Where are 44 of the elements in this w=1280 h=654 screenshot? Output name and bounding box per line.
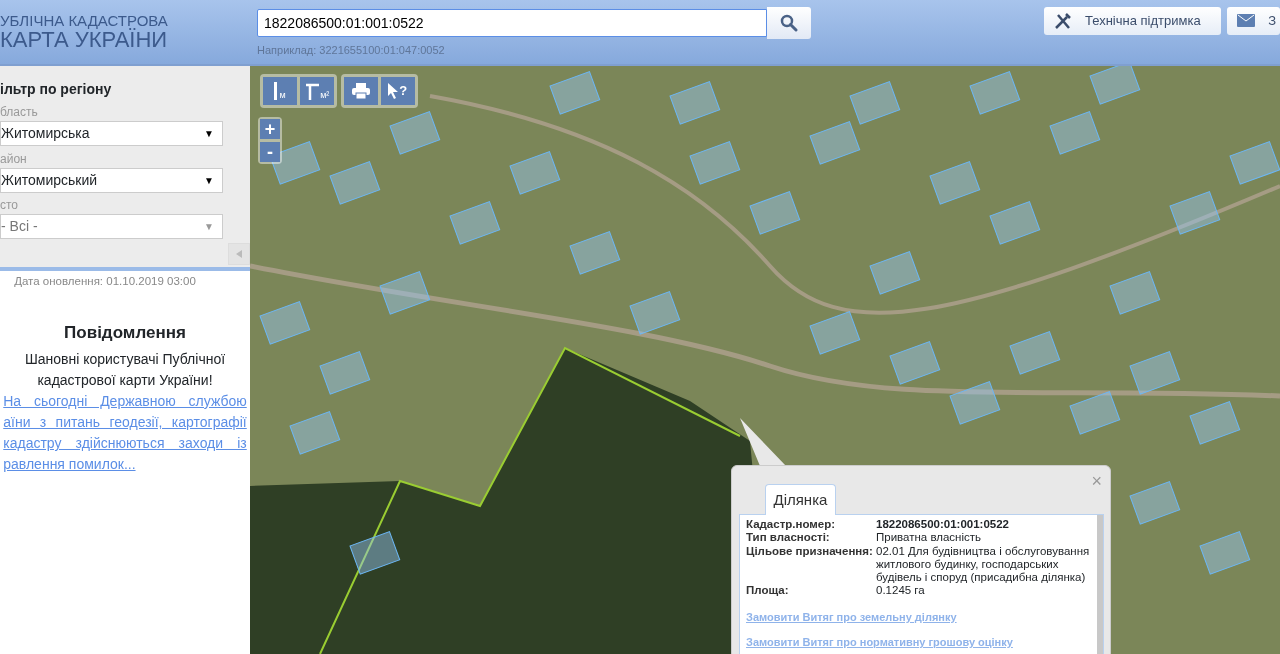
field-value: 0.1245 га (876, 584, 925, 598)
region-select[interactable]: Житомирська ▼ (0, 121, 223, 147)
search-field[interactable]: 1822086500:01:001:0522 (257, 8, 767, 37)
field-label: Цільове призначення: (746, 544, 874, 559)
region-select[interactable]: Житомирський ▼ (0, 167, 223, 193)
field-value: 1822086500:01:001:0522 (876, 518, 1009, 532)
field-label: Кадастр.номер: (746, 518, 837, 532)
filter-label: сто (0, 196, 20, 214)
notice-title: Повідомлення (63, 322, 187, 345)
scrollbar[interactable] (1096, 515, 1103, 654)
logo-subtitle: КАРТА УКРАЇНИ (0, 28, 169, 53)
measure-area-button[interactable]: м² (300, 77, 335, 105)
support-button[interactable]: Технічна підтримка (1044, 6, 1221, 35)
notice-link[interactable]: На сьогодні Державною службою аїни з питань геодезії, картографії кадастру здійснюються заходи із равлення помилок... (3, 391, 247, 475)
update-date: Дата оновлення: 01.10.2019 03:00 (13, 274, 197, 289)
left-triangle-icon (236, 250, 242, 258)
search-icon (780, 13, 798, 32)
search-hint: Наприклад: 3221655100:01:047:0052 (257, 42, 446, 58)
measure-distance-button[interactable]: м (263, 77, 297, 105)
printer-icon (351, 83, 370, 99)
close-button[interactable]: × (1091, 472, 1102, 490)
zoom-in-button[interactable]: + (260, 119, 280, 139)
filter-title: ільтр по регіону (0, 80, 113, 99)
order-link[interactable]: Замовити Витяг про земельну ділянку (746, 610, 1091, 624)
zoom-out-button[interactable]: - (260, 142, 280, 163)
field-label: Площа: (746, 584, 790, 598)
cursor-icon (388, 83, 399, 99)
envelope-icon (1237, 14, 1256, 27)
field-value: Приватна власність (876, 531, 982, 545)
tools-icon (1054, 11, 1072, 30)
field-label: Тип власності: (746, 531, 831, 545)
vertical-line-icon (274, 82, 279, 100)
logo-title: УБЛІЧНА КАДАСТРОВА (0, 13, 169, 28)
print-button[interactable] (343, 77, 378, 105)
order-link[interactable]: Замовити Витяг про нормативну грошову оцінку (746, 636, 1091, 649)
field-value: 02.01 Для будівництва і обслуговування житлового будинку, господарських будівель і споруд (присадибна ділянка) (876, 544, 1091, 585)
filter-label: бласть (0, 104, 39, 122)
identify-button[interactable]: ? (380, 77, 415, 105)
popup-tab[interactable]: Ділянка (764, 483, 837, 515)
corner-line-icon (305, 82, 320, 100)
filter-label: айон (0, 150, 28, 168)
mail-button[interactable]: З (1227, 6, 1280, 35)
notice-text: Шановні користувачі Публічної кадастрової карти України! (23, 350, 227, 390)
search-button[interactable] (767, 6, 811, 39)
